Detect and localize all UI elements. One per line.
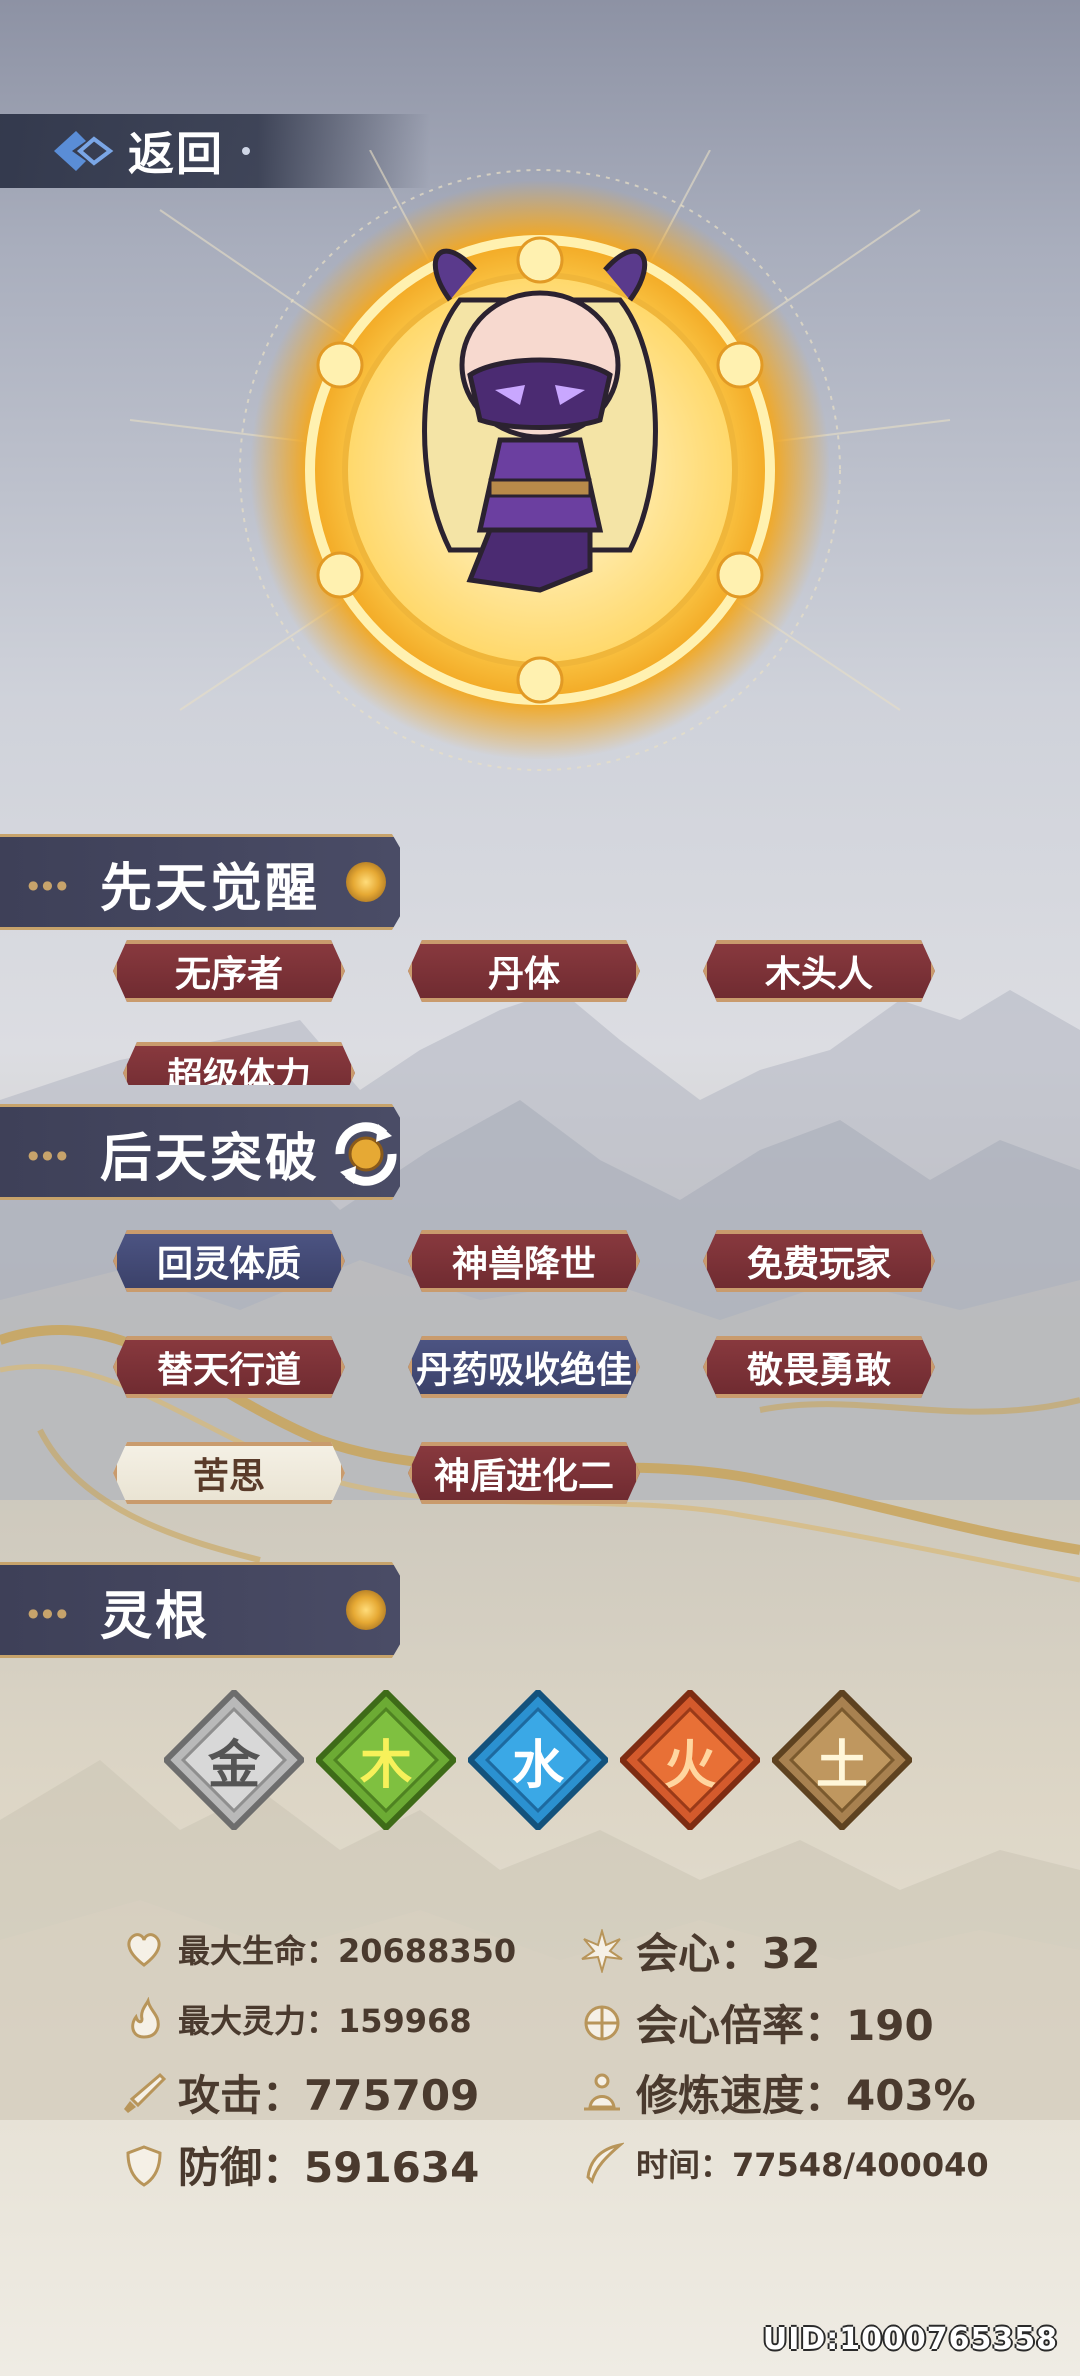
earth-element-icon[interactable]: 土 <box>769 1687 915 1833</box>
section-title: 后天突破 <box>100 1129 321 1189</box>
innate-tag[interactable]: 木头人 <box>703 940 935 1002</box>
innate-tag[interactable]: 丹体 <box>408 940 640 1002</box>
metal-element-icon[interactable]: 金 <box>161 1687 307 1833</box>
wood-element-icon[interactable]: 木 <box>313 1687 459 1833</box>
innate-tag[interactable]: 超级体力 <box>123 1042 355 1085</box>
orb-icon <box>346 862 386 902</box>
flame-icon <box>131 1997 160 2039</box>
header-dots: ● ● ● <box>28 1148 68 1162</box>
header-dots: ● ● ● <box>28 1606 68 1620</box>
stat-max-hp: 最大生命：20688350 <box>122 1926 516 1972</box>
stat-time: 时间：77548/400040 <box>580 2140 989 2186</box>
stat-cultivation-speed: 修炼速度：403% <box>580 2062 976 2123</box>
acquired-tag[interactable]: 神盾进化二 <box>408 1442 640 1504</box>
refresh-icon[interactable] <box>326 1114 406 1194</box>
acquired-breakthrough-header: ● ● ● 后天突破 <box>0 1104 420 1200</box>
crit-burst-icon <box>581 1928 623 1973</box>
acquired-tag[interactable]: 替天行道 <box>113 1336 345 1398</box>
section-title: 灵根 <box>100 1587 211 1647</box>
stat-crit-rate: 会心倍率：190 <box>580 1992 934 2053</box>
feather-icon <box>586 2142 624 2184</box>
section-title: 先天觉醒 <box>100 859 321 919</box>
stat-crit: 会心：32 <box>580 1920 820 1981</box>
water-element-icon[interactable]: 水 <box>465 1687 611 1833</box>
back-arrow-icon <box>54 131 114 171</box>
acquired-tag[interactable]: 神兽降世 <box>408 1230 640 1292</box>
spirit-root-header: ● ● ● 灵根 <box>0 1562 420 1658</box>
acquired-tag[interactable]: 丹药吸收绝佳 <box>408 1336 640 1398</box>
orb-icon <box>346 1590 386 1630</box>
acquired-tag[interactable]: 回灵体质 <box>113 1230 345 1292</box>
innate-tag[interactable]: 无序者 <box>113 940 345 1002</box>
heart-icon <box>127 1933 161 1967</box>
user-id: UID:1000765358 <box>762 2322 1058 2357</box>
stat-defense: 防御：591634 <box>122 2134 479 2195</box>
innate-awakening-header: ● ● ● 先天觉醒 <box>0 834 420 930</box>
innate-tags-container: 无序者 丹体 木头人 超级体力 <box>0 930 1080 1085</box>
acquired-tag[interactable]: 敬畏勇敢 <box>703 1336 935 1398</box>
sword-icon <box>124 2072 166 2113</box>
header-dots: ● ● ● <box>28 878 68 892</box>
stat-attack: 攻击：775709 <box>122 2062 479 2123</box>
acquired-tag[interactable]: 苦思 <box>113 1442 345 1504</box>
stat-max-mana: 最大灵力：159968 <box>122 1996 472 2042</box>
character-portrait <box>129 150 951 771</box>
crit-rate-icon <box>584 2005 620 2040</box>
fire-element-icon[interactable]: 火 <box>617 1687 763 1833</box>
shield-icon <box>126 2144 162 2187</box>
meditation-icon <box>584 2073 620 2110</box>
acquired-tag[interactable]: 免费玩家 <box>703 1230 935 1292</box>
